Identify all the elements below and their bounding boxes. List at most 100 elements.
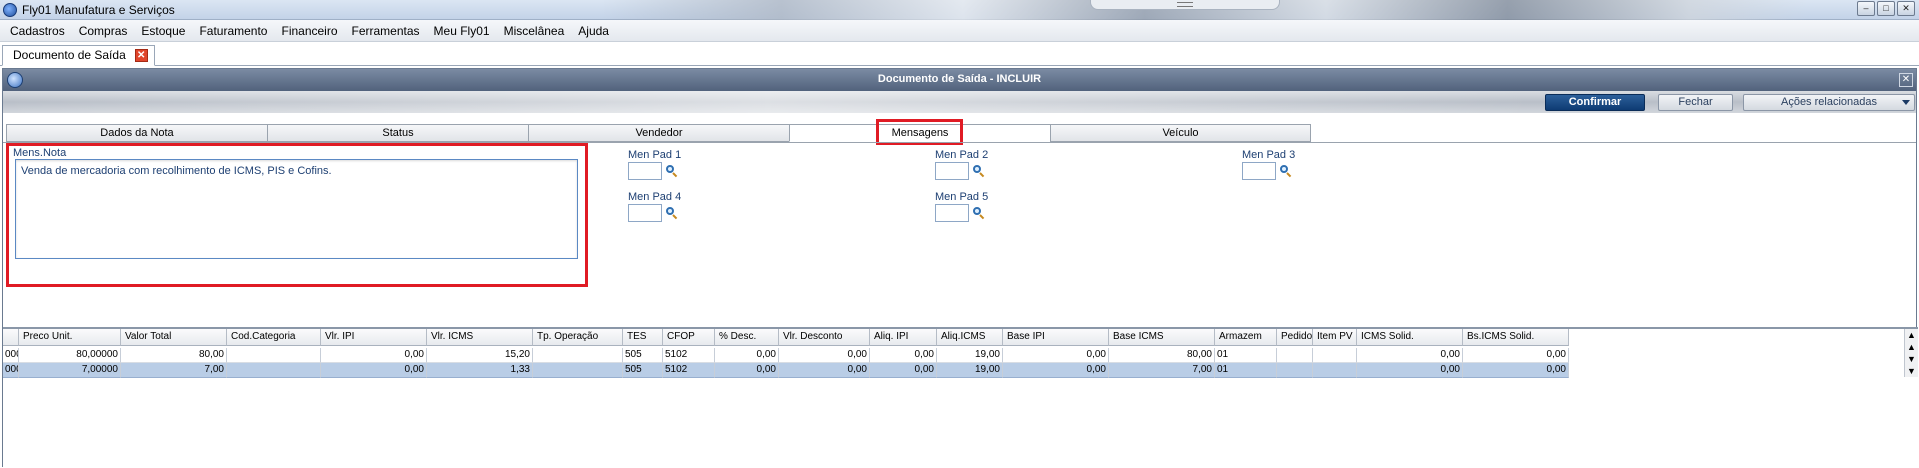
grid-cell: 0,00: [715, 348, 779, 363]
col-header[interactable]: % Desc.: [715, 329, 779, 346]
tab-veiculo[interactable]: Veículo: [1050, 124, 1311, 142]
menu-miscelanea[interactable]: Miscelânea: [497, 24, 572, 38]
related-actions-label: Ações relacionadas: [1780, 96, 1877, 108]
col-header[interactable]: Preco Unit.: [19, 329, 121, 346]
col-header[interactable]: Vlr. ICMS: [427, 329, 533, 346]
window-titlebar: Fly01 Manufatura e Serviços – □ ✕: [0, 0, 1919, 20]
col-header[interactable]: ICMS Solid.: [1357, 329, 1463, 346]
scroll-up-icon[interactable]: ▲: [1905, 341, 1918, 353]
related-actions-button[interactable]: Ações relacionadas: [1743, 94, 1915, 111]
maximize-button[interactable]: □: [1877, 1, 1895, 16]
menu-financeiro[interactable]: Financeiro: [274, 24, 344, 38]
dialog-close-icon[interactable]: ✕: [1899, 73, 1913, 87]
col-header[interactable]: Base IPI: [1003, 329, 1109, 346]
menu-estoque[interactable]: Estoque: [134, 24, 192, 38]
grid-cell: 0,00: [715, 363, 779, 378]
grid-cell: [227, 348, 321, 363]
menu-ajuda[interactable]: Ajuda: [571, 24, 616, 38]
col-header[interactable]: CFOP: [663, 329, 715, 346]
col-header[interactable]: Armazem: [1215, 329, 1277, 346]
close-button[interactable]: Fechar: [1658, 94, 1733, 111]
grid-cell: 0,00: [870, 348, 937, 363]
grid-cell: 01: [1215, 363, 1277, 378]
grid-cell: [1277, 348, 1313, 363]
grid-cell: [533, 348, 623, 363]
col-header[interactable]: Aliq. IPI: [870, 329, 937, 346]
window-title: Fly01 Manufatura e Serviços: [22, 3, 175, 17]
grid-cell: 80,00: [1109, 348, 1215, 363]
men-pad-5-input[interactable]: [935, 204, 969, 222]
titlebar-grip[interactable]: [1090, 0, 1280, 10]
grid-cell: 505: [623, 348, 663, 363]
menu-meu-fly01[interactable]: Meu Fly01: [427, 24, 497, 38]
men-pad-2-input[interactable]: [935, 162, 969, 180]
col-header[interactable]: Cod.Categoria: [227, 329, 321, 346]
minimize-button[interactable]: –: [1857, 1, 1875, 16]
grid-cell: 5102: [663, 348, 715, 363]
dialog-header: Documento de Saída - INCLUIR ✕: [3, 69, 1916, 91]
col-header[interactable]: Bs.ICMS Solid.: [1463, 329, 1569, 346]
window-controls: – □ ✕: [1857, 1, 1915, 16]
col-header[interactable]: Valor Total: [121, 329, 227, 346]
menu-ferramentas[interactable]: Ferramentas: [345, 24, 427, 38]
tab-vendedor[interactable]: Vendedor: [528, 124, 789, 142]
confirm-button[interactable]: Confirmar: [1545, 94, 1645, 111]
grid-cell: 7,00: [1109, 363, 1215, 378]
close-window-button[interactable]: ✕: [1897, 1, 1915, 16]
col-header[interactable]: Item PV: [1313, 329, 1357, 346]
close-tab-icon[interactable]: ✕: [134, 49, 148, 62]
grid-cell: 000: [3, 348, 19, 363]
grid-cell: 0,00: [779, 363, 870, 378]
menu-cadastros[interactable]: Cadastros: [3, 24, 72, 38]
col-header[interactable]: Pedido: [1277, 329, 1313, 346]
dialog-toolbar: Confirmar Fechar Ações relacionadas: [3, 91, 1916, 113]
men-pad-4-label: Men Pad 4: [628, 191, 682, 203]
col-header[interactable]: Base ICMS: [1109, 329, 1215, 346]
grid-cell: [533, 363, 623, 378]
grid-cell: 0,00: [1463, 363, 1569, 378]
table-row-selected[interactable]: 000 7,00000 7,00 0,00 1,33 505 5102 0,00…: [3, 363, 1569, 378]
search-icon[interactable]: [1280, 165, 1292, 178]
menu-faturamento[interactable]: Faturamento: [192, 24, 274, 38]
grid-cell: 0,00: [1357, 348, 1463, 363]
col-header[interactable]: TES: [623, 329, 663, 346]
grid-cell: 0,00: [779, 348, 870, 363]
grid-cell: 505: [623, 363, 663, 378]
col-header[interactable]: [3, 329, 19, 346]
document-tab-strip: Documento de Saída ✕: [0, 42, 1919, 66]
grid-cell: 19,00: [937, 348, 1003, 363]
document-tab[interactable]: Documento de Saída ✕: [2, 45, 155, 66]
men-pad-1-input[interactable]: [628, 162, 662, 180]
scroll-down-icon[interactable]: ▼: [1905, 353, 1918, 365]
search-icon[interactable]: [973, 165, 985, 178]
tab-dados-da-nota[interactable]: Dados da Nota: [6, 124, 267, 142]
search-icon[interactable]: [973, 207, 985, 220]
grid-cell: 01: [1215, 348, 1277, 363]
search-icon[interactable]: [666, 165, 678, 178]
men-pad-2-label: Men Pad 2: [935, 149, 989, 161]
col-header[interactable]: Vlr. Desconto: [779, 329, 870, 346]
grid-cell: 80,00: [121, 348, 227, 363]
grid-header-row: Preco Unit. Valor Total Cod.Categoria Vl…: [3, 329, 1569, 346]
mensagens-panel: Mens.Nota Venda de mercadoria com recolh…: [3, 142, 1916, 327]
table-row[interactable]: 000 80,00000 80,00 0,00 15,20 505 5102 0…: [3, 348, 1569, 363]
col-header[interactable]: Aliq.ICMS: [937, 329, 1003, 346]
highlight-mens-nota: [6, 143, 588, 287]
scroll-top-icon[interactable]: ▲: [1905, 329, 1918, 341]
folder-tabs: Dados da Nota Status Vendedor Mensagens …: [6, 124, 1311, 142]
menu-compras[interactable]: Compras: [72, 24, 135, 38]
grid-cell: 0,00: [1357, 363, 1463, 378]
search-icon[interactable]: [666, 207, 678, 220]
grid-cell: 7,00000: [19, 363, 121, 378]
men-pad-3-input[interactable]: [1242, 162, 1276, 180]
grid-cell: 0,00: [1003, 348, 1109, 363]
men-pad-3-label: Men Pad 3: [1242, 149, 1296, 161]
menu-bar: Cadastros Compras Estoque Faturamento Fi…: [0, 20, 1919, 42]
grid-scrollbar[interactable]: ▲ ▲ ▼ ▼: [1904, 329, 1918, 377]
col-header[interactable]: Tp. Operação: [533, 329, 623, 346]
tab-status[interactable]: Status: [267, 124, 528, 142]
scroll-bottom-icon[interactable]: ▼: [1905, 365, 1918, 377]
col-header[interactable]: Vlr. IPI: [321, 329, 427, 346]
men-pad-4-input[interactable]: [628, 204, 662, 222]
grid-cell: 0,00: [321, 363, 427, 378]
